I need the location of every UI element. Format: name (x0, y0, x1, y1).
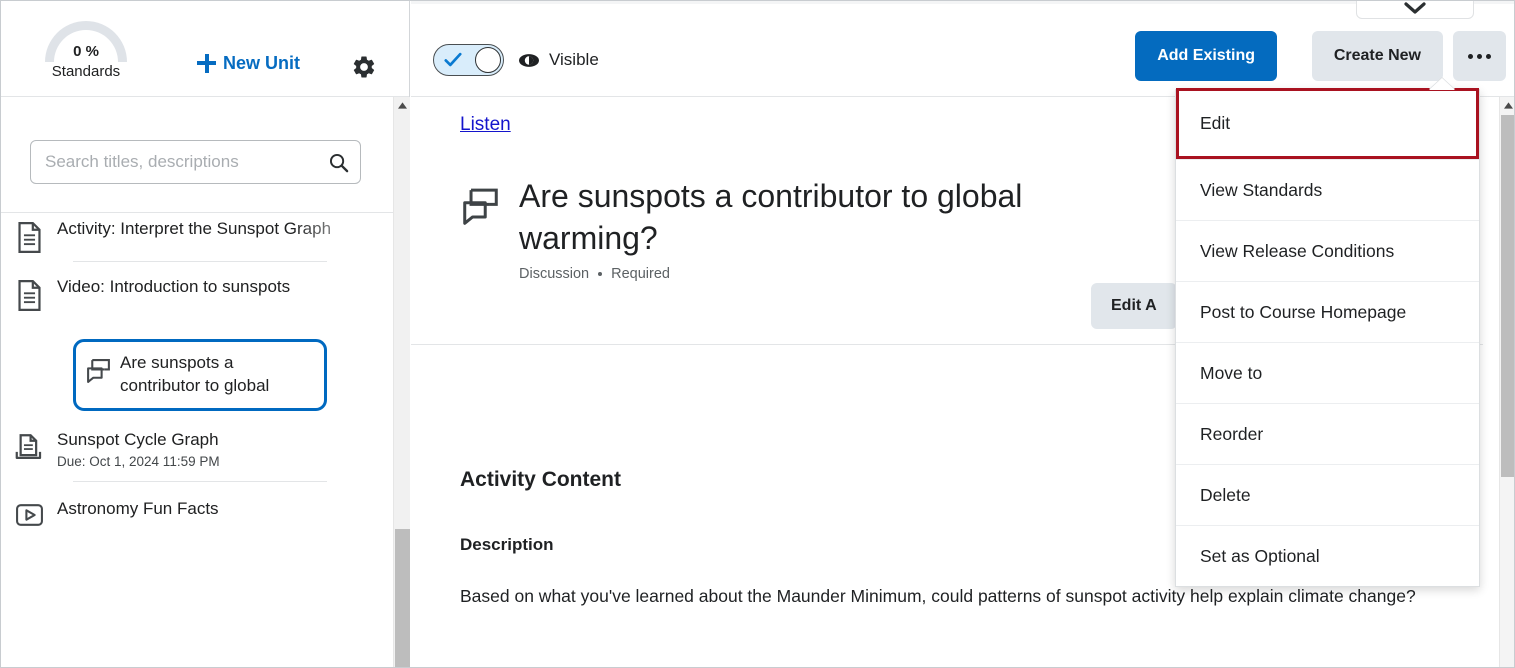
discussion-icon (463, 188, 498, 225)
menu-item-edit[interactable]: Edit (1176, 88, 1479, 159)
sidebar-scrollbar[interactable] (393, 97, 411, 667)
list-item-icon-cell (1, 276, 57, 311)
list-item[interactable]: Astronomy Fun Facts (1, 482, 393, 542)
menu-item-view-standards[interactable]: View Standards (1176, 159, 1479, 220)
toolbar-top-strip (411, 1, 1514, 4)
list-item[interactable]: Sunspot Cycle Graph Due: Oct 1, 2024 11:… (1, 411, 393, 481)
menu-item-move-to[interactable]: Move to (1176, 342, 1479, 403)
settings-button[interactable] (351, 54, 377, 80)
list-item-text: Are sunspots a contributor to global (120, 352, 318, 398)
document-icon (17, 280, 41, 311)
visibility-status: Visible (518, 50, 599, 70)
triangle-up-icon (1504, 102, 1513, 109)
standards-label: Standards (51, 63, 121, 80)
standards-percent: 0 % (73, 43, 99, 60)
listen-link[interactable]: Listen (460, 114, 511, 136)
new-unit-button[interactable]: New Unit (197, 53, 300, 74)
search-box[interactable] (30, 140, 361, 184)
activity-header: Are sunspots a contributor to global war… (460, 175, 1160, 282)
visibility-toggle[interactable] (433, 44, 504, 76)
plus-icon (197, 54, 216, 73)
meta-type: Discussion (519, 266, 590, 283)
sidebar-scrollbar-thumb[interactable] (395, 529, 410, 667)
scroll-up-arrow-icon[interactable] (1500, 97, 1514, 114)
list-item-icon-cell (1, 429, 57, 464)
main-scrollbar[interactable] (1499, 97, 1514, 667)
gear-icon (353, 56, 375, 78)
sidebar-header: 0 % Standards New Unit (1, 1, 409, 97)
search-icon (329, 153, 348, 172)
more-actions-button[interactable] (1453, 31, 1506, 81)
list-item-text: Astronomy Fun Facts (57, 498, 377, 521)
meta-separator-dot (598, 272, 603, 277)
list-item-selected[interactable]: Are sunspots a contributor to global (73, 339, 327, 411)
list-item-text: Sunspot Cycle Graph Due: Oct 1, 2024 11:… (57, 429, 377, 471)
menu-item-reorder[interactable]: Reorder (1176, 403, 1479, 464)
edit-activity-button[interactable]: Edit A (1091, 283, 1177, 329)
title-icon-cell (460, 175, 501, 282)
menu-item-post-to-course-homepage[interactable]: Post to Course Homepage (1176, 281, 1479, 342)
collapse-button[interactable] (1356, 1, 1474, 19)
list-item[interactable]: Video: Introduction to sunspots (1, 262, 393, 325)
menu-caret (1429, 78, 1455, 90)
list-item-title: Activity: Interpret the Sunspot Graph (57, 219, 332, 238)
list-item-text: Activity: Interpret the Sunspot Graph (57, 218, 377, 241)
menu-item-delete[interactable]: Delete (1176, 464, 1479, 525)
list-item-text: Video: Introduction to sunspots (57, 276, 377, 299)
unit-list: Activity: Interpret the Sunspot Graph Vi… (1, 214, 393, 667)
visible-label: Visible (549, 50, 599, 69)
video-play-icon (15, 504, 43, 526)
page-title: Are sunspots a contributor to global war… (519, 178, 1023, 257)
visibility-controls: Visible (433, 44, 599, 76)
assignment-icon (15, 433, 41, 459)
check-icon (444, 52, 462, 67)
sidebar-search-area (1, 97, 409, 213)
discussion-icon (86, 359, 110, 383)
description-label: Description (460, 535, 554, 554)
eye-icon (519, 53, 539, 67)
create-new-button[interactable]: Create New (1311, 31, 1443, 81)
list-item-icon-cell (1, 498, 57, 528)
ellipsis-icon (1477, 53, 1482, 59)
section-title: Activity Content (460, 468, 622, 491)
new-unit-label: New Unit (223, 53, 301, 73)
list-item[interactable]: Activity: Interpret the Sunspot Graph (1, 214, 393, 261)
main-scrollbar-thumb[interactable] (1501, 115, 1514, 477)
more-actions-menu: Edit View Standards View Release Conditi… (1175, 88, 1480, 587)
meta-required: Required (611, 266, 670, 283)
app-window: 0 % Standards New Unit Search titles, de… (0, 0, 1515, 668)
main-toolbar: Visible Add Existing Create New (411, 1, 1514, 97)
ellipsis-icon (1486, 53, 1491, 59)
menu-item-set-as-optional[interactable]: Set as Optional (1176, 525, 1479, 586)
standards-gauge: 0 % Standards (29, 15, 143, 83)
list-item-icon-cell (1, 218, 57, 253)
list-item-subtitle: Due: Oct 1, 2024 11:59 PM (57, 453, 220, 469)
description-paragraph-2: This discussion topic is worth 5 pts and… (460, 662, 1470, 667)
chevron-down-icon (1404, 2, 1426, 14)
activity-meta: Discussion Required (519, 266, 1160, 282)
list-item-title: Sunspot Cycle Graph (57, 429, 219, 449)
activity-title-block: Are sunspots a contributor to global war… (519, 175, 1160, 282)
list-item-title: Video: Introduction to sunspots (57, 277, 291, 296)
add-existing-button[interactable]: Add Existing (1135, 31, 1277, 81)
document-icon (17, 222, 41, 253)
toggle-knob (475, 47, 501, 73)
scroll-up-arrow-icon[interactable] (394, 97, 411, 114)
search-button[interactable] (316, 141, 360, 183)
sidebar: 0 % Standards New Unit Search titles, de… (1, 1, 411, 667)
list-item-title: Astronomy Fun Facts (57, 499, 219, 519)
ellipsis-icon (1468, 53, 1473, 59)
triangle-up-icon (398, 102, 407, 109)
list-item-title: Are sunspots a contributor to global (120, 353, 270, 395)
search-input[interactable] (31, 152, 316, 172)
menu-item-view-release-conditions[interactable]: View Release Conditions (1176, 220, 1479, 281)
list-item-icon-cell (76, 352, 120, 385)
